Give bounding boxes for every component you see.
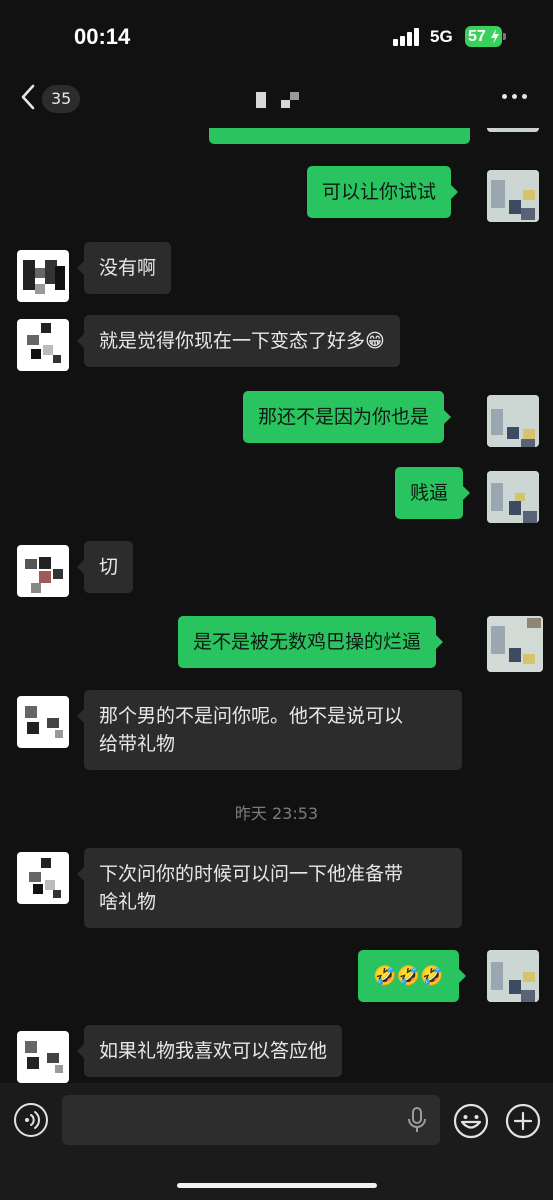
message-bubble[interactable]: 下次问你的时候可以问一下他准备带 啥礼物 <box>77 848 462 928</box>
avatar[interactable] <box>17 319 69 371</box>
voice-button[interactable] <box>14 1103 48 1137</box>
avatar[interactable] <box>17 250 69 302</box>
avatar[interactable] <box>17 696 69 748</box>
battery-icon: 57 <box>465 26 502 47</box>
avatar[interactable] <box>487 616 543 672</box>
message-bubble[interactable]: 🤣🤣🤣 <box>358 950 466 1002</box>
message-bubble[interactable]: 没有啊 <box>76 242 172 294</box>
avatar[interactable] <box>17 1031 69 1083</box>
avatar[interactable] <box>17 852 69 904</box>
message-line: 给带礼物 <box>99 733 176 755</box>
avatar[interactable] <box>487 395 539 447</box>
battery-level: 57 <box>468 28 486 45</box>
more-button[interactable] <box>502 94 532 102</box>
emoji-icon <box>453 1103 489 1139</box>
status-bar: 00:14 5G 57 <box>0 0 553 60</box>
plus-button[interactable] <box>505 1103 541 1139</box>
message-list[interactable]: 可以让你试试 没有啊 就是觉得你现在一下变态了好多😁 那还不是因为你也是 贱逼 … <box>0 110 553 1085</box>
message-line: 下次问你的时候可以问一下他准备带 <box>99 863 404 885</box>
message-line: 那个男的不是问你呢。他不是说可以 <box>99 705 404 727</box>
message-input[interactable] <box>62 1095 440 1145</box>
voice-icon <box>25 1111 40 1129</box>
battery-tip <box>503 33 506 40</box>
home-indicator[interactable] <box>177 1183 377 1188</box>
plus-icon <box>505 1103 541 1139</box>
message-bubble[interactable]: 切 <box>76 541 134 593</box>
time-divider: 昨天 23:53 <box>234 804 319 823</box>
message-bubble[interactable]: 那还不是因为你也是 <box>243 391 452 443</box>
avatar[interactable] <box>17 545 69 597</box>
avatar[interactable] <box>487 950 539 1002</box>
message-bubble[interactable]: 就是觉得你现在一下变态了好多😁 <box>77 315 400 367</box>
chat-title-redacted[interactable] <box>250 88 310 110</box>
message-bubble[interactable]: 贱逼 <box>395 467 471 519</box>
message-bubble[interactable]: 如果礼物我喜欢可以答应他 <box>76 1025 343 1077</box>
avatar[interactable] <box>487 170 539 222</box>
microphone-icon <box>408 1107 426 1132</box>
emoji-button[interactable] <box>453 1103 489 1139</box>
chat-header: 35 <box>0 66 553 128</box>
message-bubble[interactable]: 那个男的不是问你呢。他不是说可以 给带礼物 <box>77 690 462 770</box>
network-type: 5G <box>430 27 453 46</box>
message-line: 啥礼物 <box>99 891 157 913</box>
microphone-button[interactable] <box>406 1107 428 1133</box>
message-bubble[interactable]: 可以让你试试 <box>307 166 459 218</box>
signal-icon <box>393 28 421 46</box>
status-time: 00:14 <box>74 24 131 49</box>
avatar[interactable] <box>487 471 539 523</box>
back-chevron-icon <box>21 84 35 110</box>
message-bubble[interactable]: 是不是被无数鸡巴操的烂逼 <box>178 616 444 668</box>
back-button[interactable] <box>14 80 44 114</box>
unread-count-badge[interactable]: 35 <box>42 85 81 113</box>
